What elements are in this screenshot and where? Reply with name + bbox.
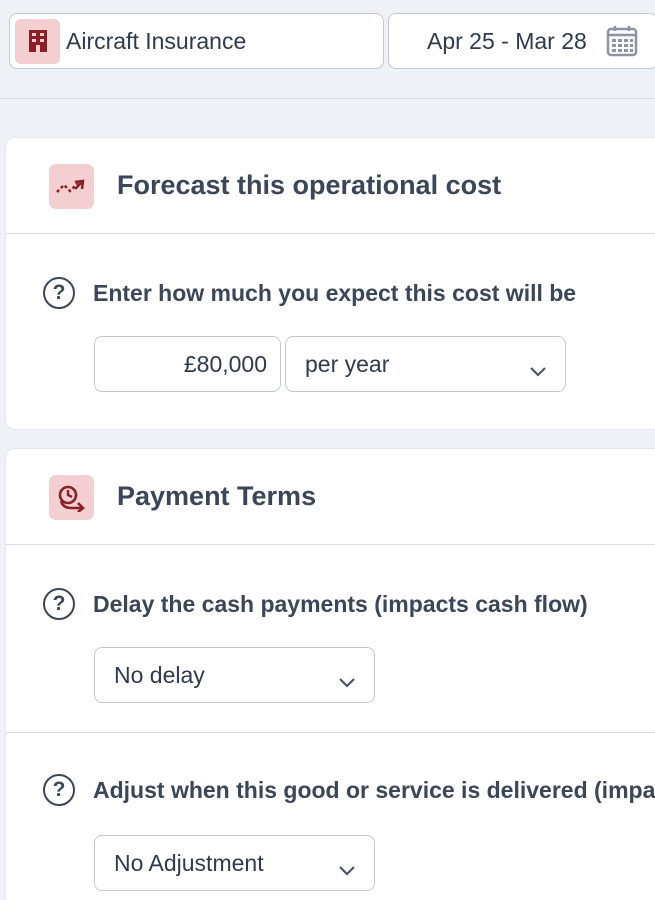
chevron-down-icon bbox=[338, 856, 356, 883]
help-icon[interactable]: ? bbox=[43, 588, 75, 620]
delivery-question-row: ? Adjust when this good or service is de… bbox=[43, 774, 655, 806]
amount-input[interactable]: £80,000 bbox=[94, 336, 281, 392]
delivery-adjustment-select[interactable]: No Adjustment bbox=[94, 835, 375, 891]
forecast-card: Forecast this operational cost ? Enter h… bbox=[5, 137, 655, 430]
payment-terms-title: Payment Terms bbox=[117, 481, 317, 511]
cost-item-name: Aircraft Insurance bbox=[66, 27, 247, 54]
delay-value: No delay bbox=[114, 661, 205, 688]
clock-arrow-icon bbox=[49, 475, 94, 520]
forecast-question: Enter how much you expect this cost will… bbox=[93, 279, 577, 306]
delay-select[interactable]: No delay bbox=[94, 647, 375, 703]
date-range-text: Apr 25 - Mar 28 bbox=[427, 27, 587, 54]
section-divider bbox=[6, 732, 655, 733]
period-value: per year bbox=[305, 350, 390, 377]
forecast-title: Forecast this operational cost bbox=[117, 170, 502, 200]
delivery-adjustment-value: No Adjustment bbox=[114, 849, 264, 876]
chevron-down-icon bbox=[338, 668, 356, 695]
chevron-down-icon bbox=[529, 357, 547, 384]
amount-value: £80,000 bbox=[183, 350, 267, 377]
delay-question-row: ? Delay the cash payments (impacts cash … bbox=[43, 588, 588, 620]
delay-question: Delay the cash payments (impacts cash fl… bbox=[93, 590, 588, 617]
help-icon[interactable]: ? bbox=[43, 774, 75, 806]
delivery-question: Adjust when this good or service is deli… bbox=[93, 776, 655, 803]
trend-up-icon bbox=[49, 164, 94, 209]
top-bar: Aircraft Insurance Apr 25 - Mar 28 bbox=[0, 0, 655, 99]
period-select[interactable]: per year bbox=[285, 336, 566, 392]
payment-terms-card: Payment Terms ? Delay the cash payments … bbox=[5, 448, 655, 900]
building-icon bbox=[15, 18, 60, 64]
forecast-card-header: Forecast this operational cost bbox=[6, 138, 655, 234]
date-range-picker[interactable]: Apr 25 - Mar 28 bbox=[388, 13, 655, 69]
forecast-question-row: ? Enter how much you expect this cost wi… bbox=[43, 277, 576, 309]
payment-terms-header: Payment Terms bbox=[6, 449, 655, 545]
cost-item-selector[interactable]: Aircraft Insurance bbox=[9, 13, 384, 69]
help-icon[interactable]: ? bbox=[43, 277, 75, 309]
calendar-icon[interactable] bbox=[606, 25, 638, 62]
